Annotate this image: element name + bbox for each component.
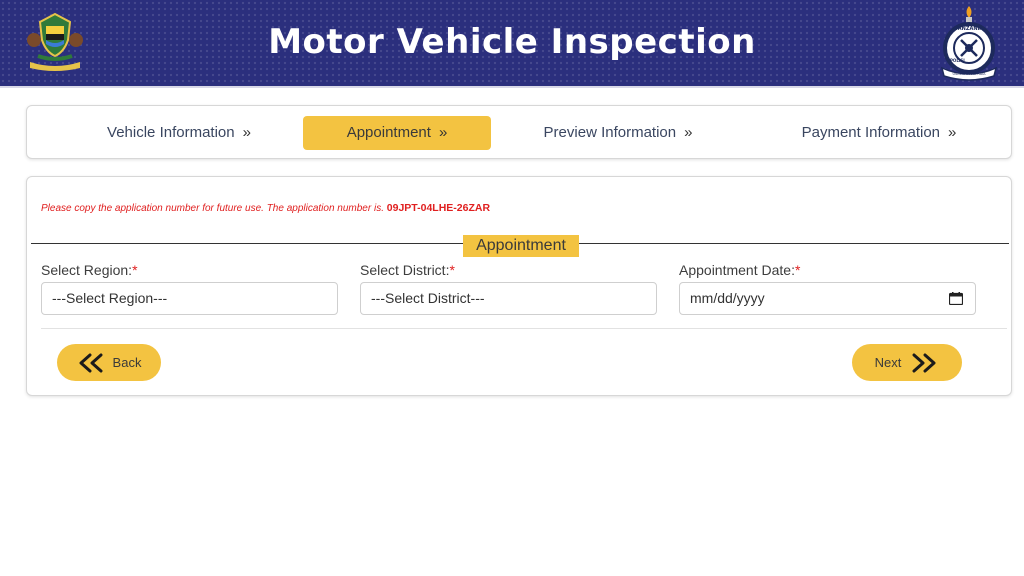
step-label: Appointment [346, 124, 431, 141]
double-chevron-left-icon [79, 353, 103, 372]
chevron-right-icon: » [684, 124, 693, 141]
badge-text-bottom: USALAMA WA RAIA [952, 72, 986, 76]
back-label: Back [112, 355, 142, 370]
badge-text-side: POLISI [950, 58, 965, 63]
step-label: Preview Information [543, 124, 677, 141]
notice-text: Please copy the application number for f… [41, 203, 384, 214]
double-chevron-right-icon [912, 353, 936, 372]
step-appointment[interactable]: Appointment » [303, 116, 491, 150]
step-payment-information[interactable]: Payment Information » [783, 116, 975, 150]
required-mark: * [794, 262, 801, 278]
region-label: Select Region:* [41, 262, 138, 278]
application-number: 09JPT-04LHE-26ZAR [386, 202, 491, 214]
appointment-date-label: Appointment Date:* [679, 262, 801, 278]
district-select[interactable]: ---Select District--- [360, 282, 657, 315]
district-label: Select District:* [360, 262, 455, 278]
police-badge-icon: TANZANIA POLISI USALAMA WA RAIA [940, 6, 998, 81]
chevron-right-icon: » [948, 124, 957, 141]
next-button[interactable]: Next [852, 344, 962, 381]
chevron-right-icon: » [438, 124, 448, 141]
header-banner: Motor Vehicle Inspection TANZANIA POLISI… [0, 0, 1024, 88]
back-button[interactable]: Back [57, 344, 161, 381]
required-mark: * [132, 262, 138, 278]
form-divider [41, 328, 1007, 329]
step-label: Payment Information [801, 124, 941, 141]
date-placeholder: mm/dd/yyyy [690, 290, 765, 306]
region-select[interactable]: ---Select Region--- [41, 282, 338, 315]
appointment-form: Please copy the application number for f… [26, 176, 1012, 396]
next-label: Next [874, 355, 902, 370]
required-mark: * [449, 262, 455, 278]
wizard-steps: Vehicle Information » Appointment » Previe… [26, 105, 1012, 159]
step-vehicle-information[interactable]: Vehicle Information » [89, 116, 269, 150]
application-number-notice: Please copy the application number for f… [41, 202, 490, 214]
appointment-date-input[interactable]: mm/dd/yyyy [679, 282, 976, 315]
badge-text-top: TANZANIA [955, 26, 984, 32]
page-title: Motor Vehicle Inspection [268, 22, 756, 62]
chevron-right-icon: » [242, 124, 251, 141]
calendar-icon[interactable] [949, 292, 963, 305]
section-title: Appointment [463, 235, 579, 257]
step-label: Vehicle Information [107, 124, 235, 141]
step-preview-information[interactable]: Preview Information » [527, 116, 709, 150]
